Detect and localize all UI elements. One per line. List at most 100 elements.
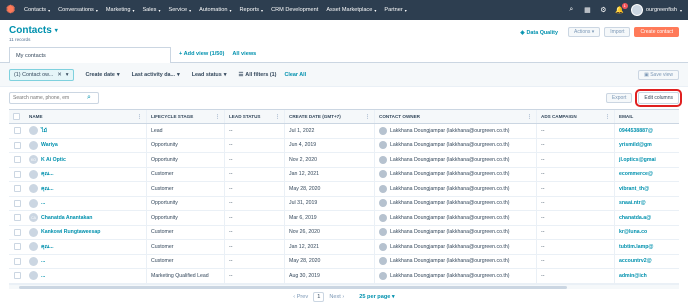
save-view-button[interactable]: ▣ Save view (638, 69, 679, 80)
email-link[interactable]: jl.optics@gmai (619, 157, 656, 163)
email-link[interactable]: accountrv2@ (619, 258, 652, 264)
contact-name-link[interactable]: คุณ... (41, 170, 54, 178)
lead-status-filter[interactable]: Lead status ▾ (192, 72, 227, 78)
contact-name-link[interactable]: K Ai Optic (41, 157, 66, 163)
search-field[interactable]: ⌕ (9, 92, 99, 104)
email-link[interactable]: snaai.ntr@ (619, 200, 646, 206)
nav-partner[interactable]: Partner ▾ (384, 7, 406, 13)
search-icon[interactable]: ⌕ (87, 94, 91, 102)
create-date-cell: Jan 12, 2021 (285, 167, 375, 181)
account-menu[interactable]: ourgreenfish ▾ (630, 4, 682, 16)
nav-automation[interactable]: Automation ▾ (199, 7, 231, 13)
all-views-link[interactable]: All views (224, 51, 256, 62)
table-row: Wariya Opportunity -- Jun 4, 2019 Lakkhana D… (9, 138, 679, 153)
email-link[interactable]: kr@luna.co (619, 229, 647, 235)
row-checkbox[interactable] (13, 141, 21, 149)
column-menu-icon[interactable]: ⋮ (365, 114, 370, 120)
row-checkbox[interactable] (13, 228, 21, 236)
contact-name-link[interactable]: ... (41, 273, 45, 279)
nav-service[interactable]: Service ▾ (168, 7, 191, 13)
row-checkbox[interactable] (13, 127, 21, 135)
contact-name-link[interactable]: Kankowi Rungtaweesap (41, 229, 100, 235)
marketplace-icon[interactable]: ▦ (583, 6, 592, 15)
lead-status-cell: -- (225, 182, 285, 196)
next-page-button[interactable]: Next › (329, 294, 344, 300)
per-page-select[interactable]: 25 per page ▾ (359, 294, 394, 300)
data-quality-button[interactable]: ◈ Data Quality (520, 27, 558, 36)
search-icon[interactable]: ⌕ (567, 6, 576, 15)
create-contact-button[interactable]: Create contact (634, 27, 679, 37)
contact-owner-cell: Lakkhana Doungjampar (lakkhana@ourgreen.… (390, 214, 510, 221)
close-icon[interactable]: ✕ (57, 72, 62, 78)
column-menu-icon[interactable]: ⋮ (527, 114, 532, 120)
select-all-checkbox[interactable] (13, 113, 20, 120)
nav-marketing[interactable]: Marketing ▾ (106, 7, 135, 13)
column-header-lifecycle-stage[interactable]: LIFECYCLE STAGE ⋮ (147, 110, 225, 123)
row-checkbox[interactable] (13, 272, 21, 280)
notifications-bell-icon[interactable]: 🔔 1 (615, 2, 628, 15)
email-link[interactable]: tubtim.lamp@ (619, 244, 653, 250)
search-input[interactable] (13, 95, 87, 101)
prev-page-button[interactable]: ‹ Prev (293, 294, 308, 300)
row-checkbox[interactable] (13, 156, 21, 164)
create-date-filter[interactable]: Create date ▾ (86, 72, 120, 78)
column-menu-icon[interactable]: ⋮ (605, 114, 610, 120)
contact-name-link[interactable]: ... (41, 200, 45, 206)
email-link[interactable]: admin@ich (619, 273, 647, 279)
table-row: คุณ... Customer -- Jan 12, 2021 Lakkhana Dou… (9, 167, 679, 182)
horizontal-scrollbar[interactable] (9, 283, 679, 289)
contact-name-link[interactable]: ไม้ (41, 127, 47, 135)
row-checkbox[interactable] (13, 214, 21, 222)
row-checkbox[interactable] (13, 257, 21, 265)
nav-reports[interactable]: Reports ▾ (239, 7, 263, 13)
email-link[interactable]: 0944538887@ (619, 128, 653, 134)
column-header-create-date[interactable]: CREATE DATE (GMT+7) ⋮ (285, 110, 375, 123)
nav-conversations[interactable]: Conversations ▾ (58, 7, 98, 13)
contact-owner-cell: Lakkhana Doungjampar (lakkhana@ourgreen.… (390, 258, 510, 265)
email-link[interactable]: vibrant_th@ (619, 186, 649, 192)
row-checkbox[interactable] (13, 185, 21, 193)
settings-gear-icon[interactable]: ⚙ (599, 6, 608, 15)
nav-sales[interactable]: Sales ▾ (142, 7, 160, 13)
nav-contacts[interactable]: Contacts ▾ (24, 7, 50, 13)
add-view-button[interactable]: + Add view (1/50) (171, 51, 224, 62)
column-header-name[interactable]: NAME ⋮ (25, 110, 147, 123)
row-checkbox[interactable] (13, 199, 21, 207)
email-link[interactable]: chanatda.a@ (619, 215, 651, 221)
email-link[interactable]: ecommerce@ (619, 171, 653, 177)
column-header-lead-status[interactable]: LEAD STATUS ⋮ (225, 110, 285, 123)
page-title[interactable]: Contacts ▾ (9, 25, 58, 36)
column-menu-icon[interactable]: ⋮ (137, 114, 142, 120)
edit-columns-button[interactable]: Edit columns (635, 89, 682, 107)
column-header-ads-campaign[interactable]: ADS CAMPAIGN ⋮ (537, 110, 615, 123)
contact-name-link[interactable]: คุณ... (41, 185, 54, 193)
tab-my-contacts[interactable]: My contacts (9, 47, 171, 63)
page-header: Contacts ▾ 11 records ◈ Data Quality Actio… (0, 20, 688, 44)
column-menu-icon[interactable]: ⋮ (275, 114, 280, 120)
lifecycle-stage-cell: Customer (147, 182, 225, 196)
column-menu-icon[interactable]: ⋮ (215, 114, 220, 120)
contact-name-link[interactable]: Wariya (41, 142, 58, 148)
nav-asset-marketplace[interactable]: Asset Marketplace ▾ (326, 7, 376, 13)
nav-crm-development[interactable]: CRM Development (271, 7, 318, 13)
import-button[interactable]: Import (604, 27, 631, 37)
row-checkbox[interactable] (13, 170, 21, 178)
last-activity-filter[interactable]: Last activity da... ▾ (132, 72, 180, 78)
contact-name-link[interactable]: Chanatda Anantakan (41, 215, 92, 221)
contact-owner-filter-chip[interactable]: (1) Contact ow... ✕ ▾ (9, 68, 74, 81)
column-header-email[interactable]: EMAIL (615, 110, 679, 123)
all-filters-button[interactable]: ☰ All filters (1) (238, 72, 276, 78)
export-button[interactable]: Export (605, 93, 633, 103)
contact-name-link[interactable]: คุณ... (41, 243, 54, 251)
page-number[interactable]: 1 (313, 291, 325, 302)
row-checkbox[interactable] (13, 243, 21, 251)
owner-avatar (379, 242, 387, 251)
hubspot-logo-icon[interactable]: ✺ (6, 4, 18, 16)
scrollbar-thumb[interactable] (19, 285, 567, 289)
column-header-contact-owner[interactable]: CONTACT OWNER ⋮ (375, 110, 537, 123)
clear-all-link[interactable]: Clear All (284, 72, 306, 78)
lead-status-cell: -- (225, 196, 285, 210)
contact-name-link[interactable]: ... (41, 258, 45, 264)
actions-button[interactable]: Actions ▾ (567, 27, 601, 37)
email-link[interactable]: yrismild@gm (619, 142, 652, 148)
